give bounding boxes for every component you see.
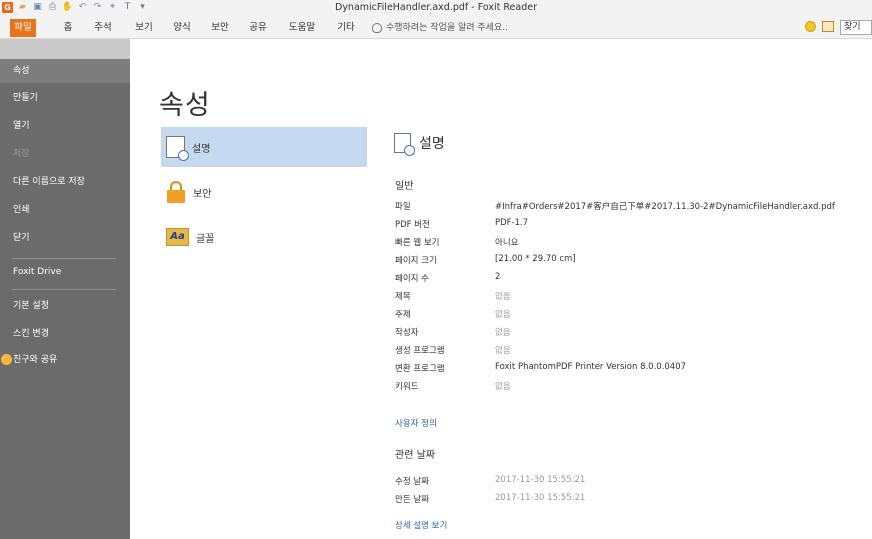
date-value: 2017-11-30 15:55:21 xyxy=(495,493,586,503)
ribbon-tabs: 파일 홈 주석 보기 양식 보안 공유 도움말 기타 수행하려는 작업을 알려 … xyxy=(0,17,872,39)
page-title: 속성 xyxy=(159,90,211,121)
lightbulb-icon xyxy=(372,23,382,33)
font-icon: Aa xyxy=(166,228,189,246)
backstage-nav: 속성 만들기 열기 저장 다른 이름으로 저장 인쇄 닫기 Foxit Driv… xyxy=(0,59,130,539)
tell-me-text: 수행하려는 작업을 알려 주세요.. xyxy=(386,23,508,33)
content-area xyxy=(130,39,872,539)
window-title: DynamicFileHandler.axd.pdf - Foxit Reade… xyxy=(335,2,537,13)
find-icon[interactable] xyxy=(822,21,834,32)
nav-item-properties[interactable]: 속성 xyxy=(0,59,130,83)
field-value: 없음 xyxy=(495,310,511,320)
heart-icon xyxy=(1,354,12,365)
field-label: 페이지 크기 xyxy=(395,256,437,266)
feedback-icon[interactable] xyxy=(805,21,816,32)
show-details-link[interactable]: 상세 설명 보기 xyxy=(395,519,447,531)
detail-title: 설명 xyxy=(394,133,445,156)
section-header-general: 일반 xyxy=(395,181,414,192)
field-label: 페이지 수 xyxy=(395,274,429,284)
field-label: 제목 xyxy=(395,292,411,302)
tab-share[interactable]: 공유 xyxy=(244,19,272,37)
field-value: 없음 xyxy=(495,382,511,392)
date-label: 만든 날짜 xyxy=(395,495,429,505)
field-value: #Infra#Orders#2017#客户自己下单#2017.11.30-2#D… xyxy=(495,202,835,212)
date-label: 수정 날짜 xyxy=(395,477,429,487)
nav-item-change-skin[interactable]: 스킨 변경 xyxy=(0,322,130,346)
tell-me-box[interactable]: 수행하려는 작업을 알려 주세요.. xyxy=(372,19,508,37)
date-value: 2017-11-30 15:55:21 xyxy=(495,475,586,485)
field-value: Foxit PhantomPDF Printer Version 8.0.0.0… xyxy=(495,362,687,372)
subnav-label: 설명 xyxy=(192,143,211,155)
nav-top-strip xyxy=(0,39,130,59)
field-label: PDF 버전 xyxy=(395,220,430,230)
field-label: 변환 프로그램 xyxy=(395,364,445,374)
field-value: 아니요 xyxy=(495,238,519,248)
subnav-label: 글꼴 xyxy=(196,233,215,245)
lock-icon xyxy=(166,181,186,203)
field-label: 키워드 xyxy=(395,382,419,392)
field-label: 파일 xyxy=(395,202,411,212)
field-value: 없음 xyxy=(495,292,511,302)
field-label: 주제 xyxy=(395,310,411,320)
search-input[interactable]: 찾기 xyxy=(840,20,872,35)
tab-form[interactable]: 양식 xyxy=(168,19,196,37)
custom-properties-link[interactable]: 사용자 정의 xyxy=(395,417,437,429)
section-header-dates: 관련 날짜 xyxy=(395,450,435,461)
nav-item-foxit-drive[interactable]: Foxit Drive xyxy=(0,260,130,284)
field-value: PDF-1.7 xyxy=(495,218,529,228)
field-value: 2 xyxy=(495,272,501,282)
nav-item-save: 저장 xyxy=(13,149,30,159)
field-value: [21.00 * 29.70 cm] xyxy=(495,254,576,264)
tab-comment[interactable]: 주석 xyxy=(89,19,117,37)
subnav-description[interactable]: 설명 xyxy=(161,127,367,167)
subnav-security[interactable]: 보안 xyxy=(161,172,367,212)
tab-protect[interactable]: 보안 xyxy=(206,19,234,37)
title-bar: G ▰ ▣ ⎙ ✋ ↶ ↷ ⌖ T ▾ DynamicFileHandler.a… xyxy=(0,0,872,17)
tab-home[interactable]: 홈 xyxy=(58,19,78,37)
document-info-icon xyxy=(394,133,415,156)
tab-file[interactable]: 파일 xyxy=(10,19,36,37)
detail-title-text: 설명 xyxy=(419,136,445,152)
subnav-label: 보안 xyxy=(193,188,212,200)
field-label: 생성 프로그램 xyxy=(395,346,445,356)
field-label: 작성자 xyxy=(395,328,419,338)
field-label: 빠른 웹 보기 xyxy=(395,238,440,248)
nav-item-save-as[interactable]: 다른 이름으로 저장 xyxy=(0,170,130,194)
nav-item-close[interactable]: 닫기 xyxy=(0,226,130,250)
nav-item-open[interactable]: 열기 xyxy=(0,114,130,138)
document-info-icon xyxy=(166,136,189,161)
nav-divider xyxy=(12,258,116,259)
nav-item-print[interactable]: 인쇄 xyxy=(0,198,130,222)
field-value: 없음 xyxy=(495,346,511,356)
nav-item-preferences[interactable]: 기본 설정 xyxy=(0,294,130,318)
subnav-fonts[interactable]: Aa 글꼴 xyxy=(161,217,367,257)
ribbon-right-icons xyxy=(805,21,834,32)
nav-item-create[interactable]: 만들기 xyxy=(0,86,130,110)
nav-item-share-friends[interactable]: 친구와 공유 xyxy=(0,348,130,372)
tab-view[interactable]: 보기 xyxy=(130,19,158,37)
nav-divider xyxy=(12,289,116,290)
field-value: 없음 xyxy=(495,328,511,338)
tab-extras[interactable]: 기타 xyxy=(332,19,360,37)
tab-help[interactable]: 도움말 xyxy=(282,19,322,37)
nav-item-label: 친구와 공유 xyxy=(13,355,58,365)
